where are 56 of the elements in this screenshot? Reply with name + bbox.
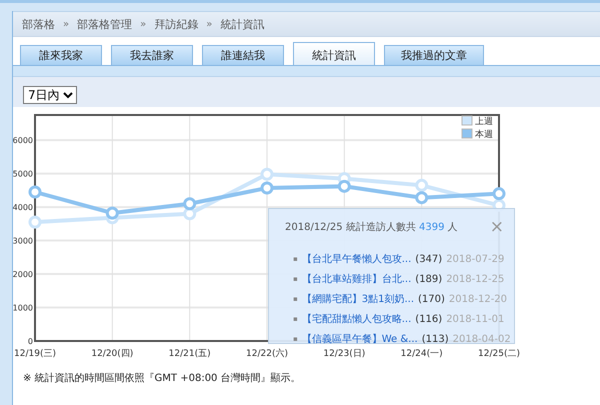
article-link[interactable]: 【網購宅配】3點1刻奶... (302, 292, 414, 306)
legend-label: 本週 (475, 130, 493, 140)
y-axis-label: 6000 (12, 136, 33, 146)
breadcrumb-link[interactable]: 部落格 (22, 16, 55, 32)
article-date: 2018-11-01 (446, 314, 504, 324)
y-axis-label: 2000 (12, 270, 33, 280)
chart-point (415, 178, 428, 192)
chart-point (183, 197, 196, 210)
visit-count: (189) (415, 274, 442, 284)
article-link[interactable]: 【宅配甜點懶人包攻略... (302, 312, 412, 326)
visit-count: (170) (418, 294, 445, 304)
visit-count: (116) (415, 314, 442, 324)
tab[interactable]: 統計資訊 (293, 42, 375, 65)
x-axis-label: 12/19(三) (14, 349, 56, 359)
x-axis-label: 12/25(二) (478, 349, 520, 359)
chart-point (183, 207, 196, 220)
chart-point (260, 182, 274, 194)
chart-point (415, 191, 428, 204)
y-axis-label: 1000 (12, 304, 33, 313)
article-date: 2018-12-20 (448, 294, 508, 304)
tab[interactable]: 誰連結我 (202, 45, 284, 65)
y-axis-label: 0 (28, 337, 33, 346)
y-axis-label: 4000 (12, 203, 33, 212)
breadcrumb-separator: » (140, 18, 146, 30)
tab[interactable]: 我去誰家 (111, 45, 193, 65)
tab[interactable]: 誰來我家 (20, 45, 102, 65)
breadcrumb-separator: » (63, 18, 70, 30)
visit-count: (347) (415, 254, 442, 264)
range-select[interactable]: 7日內 (23, 86, 77, 104)
breadcrumb-link[interactable]: 部落格管理 (77, 16, 132, 32)
chart-point (338, 180, 351, 193)
x-axis-label: 12/20(四) (91, 349, 134, 359)
x-axis-label: 12/21(五) (168, 349, 211, 359)
tooltip-title: 2018/12/25 統計造訪人數共 4399 人 (285, 220, 458, 234)
chart-point (28, 216, 42, 229)
breadcrumb-link[interactable]: 拜訪紀錄 (154, 16, 198, 32)
chart-point (260, 168, 274, 181)
visit-count: (113) (422, 334, 449, 344)
article-link[interactable]: 【台北車站雞排】台北... (302, 272, 412, 286)
article-date: 2018-12-25 (446, 274, 504, 284)
tab[interactable]: 我推過的文章 (384, 45, 484, 65)
breadcrumb-link[interactable]: 統計資訊 (220, 16, 264, 32)
article-date: 2018-04-02 (452, 334, 511, 344)
chart-point (106, 206, 119, 220)
article-date: 2018-07-29 (446, 254, 504, 264)
y-axis-label: 3000 (12, 236, 33, 246)
chart-point (492, 187, 506, 200)
y-axis-label: 5000 (12, 170, 33, 179)
x-axis-label: 12/24(一) (400, 349, 443, 359)
x-axis-label: 12/23(日) (323, 349, 366, 359)
x-axis-label: 12/22(六) (246, 349, 288, 359)
chart-point (28, 186, 42, 198)
legend-label: 上週 (475, 117, 493, 127)
breadcrumb-separator: » (206, 18, 212, 30)
article-link[interactable]: 【信義區早午餐】We &... (302, 332, 418, 346)
article-link[interactable]: 【台北早午餐懶人包攻... (302, 252, 412, 266)
